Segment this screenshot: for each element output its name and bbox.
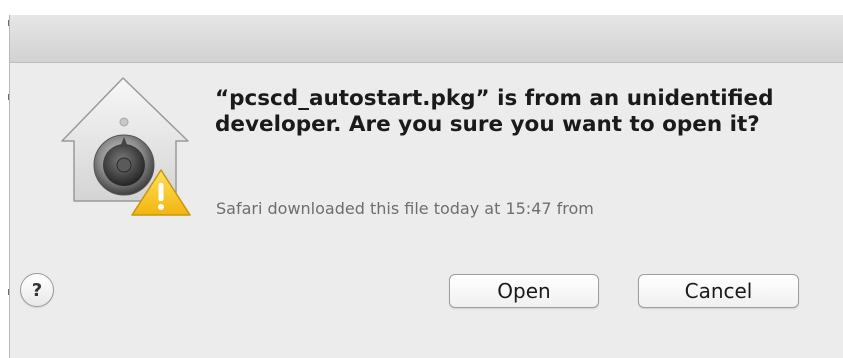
screen: “pcscd_autostart.pkg” is from an unident… [0,0,843,358]
dialog-headline: “pcscd_autostart.pkg” is from an unident… [215,86,774,137]
dialog-informative-text: Safari downloaded this file today at 15:… [216,199,594,218]
dialog-title-bar[interactable] [10,15,843,63]
help-button[interactable]: ? [20,273,54,307]
open-button[interactable]: Open [449,274,599,308]
window-edge [0,0,9,358]
cancel-button[interactable]: Cancel [638,274,799,308]
gatekeeper-lock-house-warning-icon [61,77,191,216]
